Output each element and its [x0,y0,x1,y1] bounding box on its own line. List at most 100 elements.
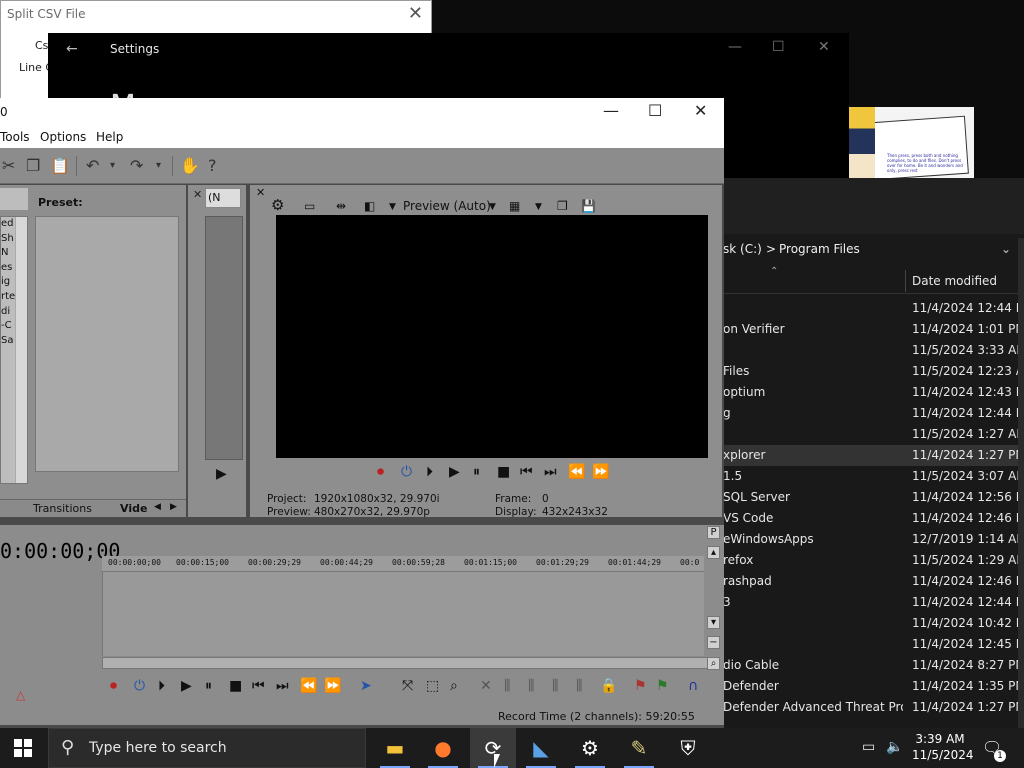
loop-icon[interactable]: ⏻ [401,464,412,480]
sync-app-icon[interactable]: ⟳ [470,728,516,768]
preview-quality-select[interactable]: Preview (Auto) [403,199,491,213]
redo-dropdown-icon[interactable]: ▾ [156,160,161,171]
loop-icon[interactable]: ⏻ [134,678,145,694]
start-button[interactable] [14,739,32,757]
normal-edit-tool-icon[interactable]: ➤ [360,678,372,694]
file-row[interactable]: Defender 11/4/2024 1:35 PM [723,676,1024,697]
preset-list[interactable] [35,216,179,472]
play-icon[interactable]: ▶ [216,466,227,482]
grid-icon[interactable]: ▦ [509,199,520,213]
file-row[interactable]: 11/4/2024 12:45 PM [723,634,1024,655]
selection-tool-icon[interactable]: ⬚ [426,678,439,694]
vegas-app-icon[interactable]: ◣ [518,728,564,768]
gear-icon[interactable]: ⚙ [271,196,284,214]
explorer-scrollbar[interactable] [1018,238,1024,728]
play-icon[interactable]: ▶ [449,464,460,480]
column-separator[interactable] [905,270,906,292]
redo-icon[interactable]: ↷ [130,156,143,175]
file-row[interactable]: on Verifier 11/4/2024 1:01 PM [723,319,1024,340]
zoom-icon[interactable]: ⌕ [707,657,720,670]
file-row[interactable]: eWindowsApps 12/7/2019 1:14 AM [723,529,1024,550]
tab-video-fx[interactable]: Vide [120,502,147,515]
delete-icon[interactable]: ✕ [480,678,492,694]
timeline-scrollbar[interactable] [102,657,720,669]
volume-icon[interactable]: 🔈 [886,739,903,755]
list-scrollbar[interactable] [15,217,27,483]
pause-icon[interactable]: ⏸ [473,464,480,480]
breadcrumb-program-files[interactable]: Program Files [779,242,860,256]
file-row[interactable]: 11/5/2024 1:27 AM [723,424,1024,445]
minimize-icon[interactable]: — [728,39,742,55]
play-from-start-icon[interactable]: ⏵ [158,678,165,694]
overlay-icon[interactable]: ◧ [364,199,375,213]
file-row[interactable]: refox 11/5/2024 1:29 AM [723,550,1024,571]
system-clock[interactable]: 3:39 AM 11/5/2024 [912,731,974,763]
close-icon[interactable]: ✕ [818,39,830,55]
marker-icon[interactable]: ⚑ [634,678,647,694]
record-icon[interactable]: ⏺ [110,678,117,694]
chevron-down-icon[interactable]: ⌄ [1001,242,1011,256]
file-row[interactable]: 3 11/4/2024 12:44 PM [723,592,1024,613]
file-explorer-window[interactable]: sk (C:) > Program Files ⌄ ⌃ Date modifie… [723,178,1024,728]
envelope-tool-icon[interactable]: ⤧ [402,678,413,694]
tab-scroll-left-icon[interactable]: ◀ [154,502,161,512]
track-area[interactable] [102,572,704,656]
trimmer-select[interactable]: (N [205,188,241,208]
paste-icon[interactable]: 📋 [50,156,70,175]
hand-icon[interactable]: ✋ [180,156,200,175]
file-row[interactable]: Defender Advanced Threat Prot... 11/4/202… [723,697,1024,718]
maximize-icon[interactable]: ☐ [648,101,662,120]
undo-dropdown-icon[interactable]: ▾ [110,160,115,171]
scroll-up-icon[interactable]: ▴ [707,546,720,559]
shield-app-icon[interactable]: ⛨ [665,728,711,768]
close-icon[interactable]: ✕ [256,186,265,199]
save-snapshot-icon[interactable]: 💾 [581,199,596,213]
settings-app-icon[interactable]: ⚙ [567,728,613,768]
previous-frame-icon[interactable]: ⏪ [300,678,317,694]
go-to-end-icon[interactable]: ⏭ [544,464,557,480]
file-explorer-app-icon[interactable]: ▬ [372,728,418,768]
chevron-down-icon[interactable]: ▼ [489,202,496,212]
file-row[interactable]: SQL Server 11/4/2024 12:56 PM [723,487,1024,508]
firefox-app-icon[interactable]: ● [420,728,466,768]
file-row[interactable]: 1.5 11/5/2024 3:07 AM [723,466,1024,487]
taskbar-search[interactable]: ⚲ Type here to search [48,728,366,768]
menu-options[interactable]: Options [40,130,86,144]
breadcrumb-drive[interactable]: sk (C:) [723,242,762,256]
network-icon[interactable]: ▭ [862,739,875,755]
go-to-end-icon[interactable]: ⏭ [276,678,289,694]
external-monitor-icon[interactable]: ▭ [304,199,315,213]
zoom-tool-icon[interactable]: ⌕ [450,678,458,694]
file-row[interactable]: VS Code 11/4/2024 12:46 PM [723,508,1024,529]
play-icon[interactable]: ▶ [181,678,192,694]
file-row[interactable]: 11/4/2024 10:42 PM [723,613,1024,634]
pause-icon[interactable]: ⏸ [205,678,212,694]
menu-help[interactable]: Help [96,130,123,144]
timeline-ruler[interactable]: 00:00:00;00 00:00:15;00 00:00:29;29 00:0… [102,556,704,572]
trim-start-icon[interactable]: ⫼ [528,678,534,694]
marker-icon[interactable]: P [707,526,720,539]
help-icon[interactable]: ? [208,156,217,175]
trimmer-strip[interactable] [205,216,243,460]
menu-tools[interactable]: Tools [0,130,30,144]
column-date-modified[interactable]: Date modified [912,274,997,288]
next-frame-icon[interactable]: ⏩ [592,464,609,480]
cut-icon[interactable]: ✂ [2,156,15,175]
go-to-start-icon[interactable]: ⏮ [520,464,533,480]
record-icon[interactable]: ⏺ [377,464,384,480]
effects-list[interactable]: ed Sh N es ig rte di -C Sa [0,216,28,484]
file-row[interactable]: optium 11/4/2024 12:43 PM [723,382,1024,403]
trim-end-icon[interactable]: ⫼ [552,678,558,694]
file-row[interactable]: 11/5/2024 3:33 AM [723,340,1024,361]
split-icon[interactable]: ⫼ [576,678,582,694]
file-row[interactable]: Files 11/5/2024 12:23 AM [723,361,1024,382]
file-row[interactable]: g 11/4/2024 12:44 PM [723,403,1024,424]
close-icon[interactable]: ✕ [694,101,707,120]
tab-scroll-right-icon[interactable]: ▶ [170,502,177,512]
stop-icon[interactable]: ■ [229,678,242,694]
close-icon[interactable]: ✕ [193,188,202,201]
trim-icon[interactable]: ⫼ [504,678,510,694]
copy-snapshot-icon[interactable]: ❐ [557,199,568,213]
address-bar[interactable]: sk (C:) > Program Files ⌄ [723,239,1024,261]
file-row[interactable]: xplorer 11/4/2024 1:27 PM [723,445,1024,466]
